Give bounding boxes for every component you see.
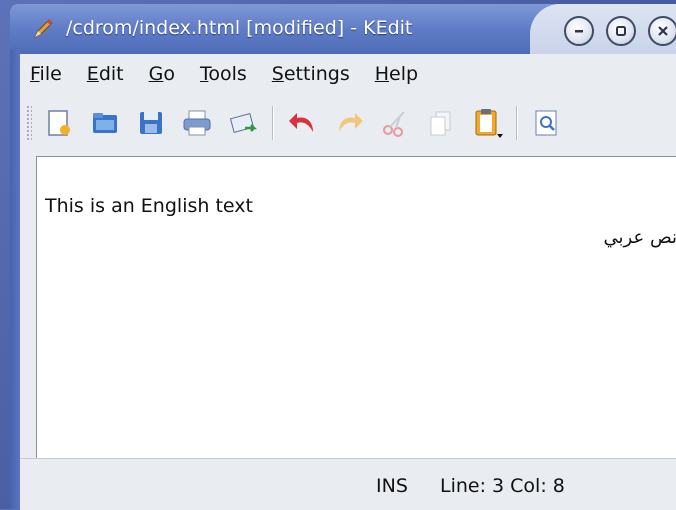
find-button[interactable] (530, 106, 564, 140)
editor-line-arabic: نص عربي (603, 227, 676, 248)
editor-line-english: This is an English text (45, 195, 253, 217)
menu-file[interactable]: File (30, 63, 62, 85)
close-icon (658, 26, 668, 36)
insert-mode-indicator: INS (376, 475, 408, 497)
copy-icon (430, 111, 451, 136)
minimize-button[interactable] (564, 16, 594, 46)
redo-button[interactable] (332, 106, 366, 140)
toolbar-separator (272, 106, 274, 140)
find-icon (535, 110, 557, 136)
save-icon (140, 112, 162, 134)
mail-button[interactable] (226, 106, 260, 140)
paste-button[interactable] (470, 106, 504, 140)
menu-tools[interactable]: Tools (200, 63, 247, 85)
save-button[interactable] (134, 106, 168, 140)
toolbar (20, 94, 676, 152)
menu-go[interactable]: Go (149, 63, 175, 85)
print-icon (183, 110, 211, 136)
maximize-button[interactable] (606, 16, 636, 46)
minimize-icon (575, 30, 583, 33)
toolbar-grip[interactable] (26, 105, 32, 141)
window-title: /cdrom/index.html [modified] - KEdit (66, 17, 413, 39)
paste-icon (475, 109, 503, 138)
new-button[interactable] (42, 106, 76, 140)
menu-settings[interactable]: Settings (272, 63, 350, 85)
print-button[interactable] (180, 106, 214, 140)
text-editor[interactable]: This is an English text نص عربي (36, 156, 676, 459)
copy-button[interactable] (424, 106, 458, 140)
pencil-icon (33, 19, 53, 39)
undo-icon (289, 113, 313, 132)
window-border (10, 50, 20, 509)
cut-button[interactable] (378, 106, 412, 140)
cut-icon (383, 111, 405, 137)
close-button[interactable] (648, 16, 676, 46)
mail-icon (229, 113, 258, 133)
open-folder-icon (93, 113, 117, 133)
menu-edit[interactable]: Edit (87, 63, 124, 85)
redo-icon (339, 113, 363, 132)
menu-bar: File Edit Go Tools Settings Help (20, 54, 676, 94)
undo-button[interactable] (286, 106, 320, 140)
open-button[interactable] (88, 106, 122, 140)
new-file-icon (48, 110, 70, 136)
cursor-position: Line: 3 Col: 8 (440, 475, 565, 497)
menu-help[interactable]: Help (375, 63, 418, 85)
toolbar-separator (516, 106, 518, 140)
status-bar: INS Line: 3 Col: 8 (20, 458, 676, 510)
maximize-icon (616, 26, 626, 36)
